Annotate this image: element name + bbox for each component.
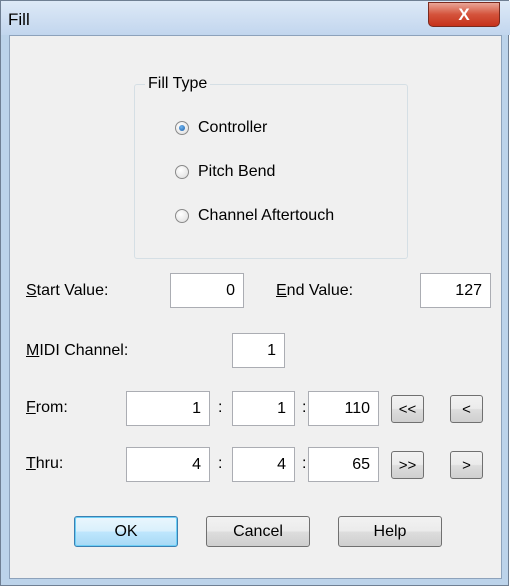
- end-value-accesskey: E: [276, 282, 287, 299]
- start-value-accesskey: S: [26, 282, 37, 299]
- title-bar: Fill X: [1, 1, 510, 35]
- from-beat-input[interactable]: [232, 391, 295, 426]
- thru-forward-button[interactable]: >: [450, 451, 483, 479]
- close-button[interactable]: X: [428, 2, 500, 27]
- window-title: Fill: [8, 10, 30, 29]
- thru-separator-1: :: [218, 455, 223, 472]
- midi-channel-accesskey: M: [26, 342, 40, 359]
- end-value-label: End Value:: [276, 282, 353, 300]
- radio-pitch-bend-button[interactable]: [175, 165, 189, 179]
- cancel-button[interactable]: Cancel: [206, 516, 310, 547]
- thru-label-text: hru:: [35, 455, 64, 472]
- thru-label: Thru:: [26, 455, 63, 473]
- dialog-body: Fill Type Controller Pitch Bend Channel …: [9, 35, 502, 579]
- from-label: From:: [26, 399, 68, 417]
- radio-channel-aftertouch[interactable]: Channel Aftertouch: [175, 207, 334, 225]
- start-value-label: Start Value:: [26, 282, 108, 300]
- thru-bar-input[interactable]: [126, 447, 210, 482]
- end-value-input[interactable]: [420, 273, 491, 308]
- radio-controller[interactable]: Controller: [175, 119, 267, 137]
- help-button[interactable]: Help: [338, 516, 442, 547]
- fill-dialog: Fill X Fill Type Controller Pitch Bend C…: [0, 0, 510, 586]
- fill-type-group: Fill Type Controller Pitch Bend Channel …: [134, 75, 408, 259]
- fill-type-label: Fill Type: [145, 75, 211, 93]
- from-separator-1: :: [218, 399, 223, 416]
- from-separator-2: :: [302, 399, 307, 416]
- ok-button[interactable]: OK: [74, 516, 178, 547]
- radio-channel-aftertouch-button[interactable]: [175, 209, 189, 223]
- start-value-input[interactable]: [170, 273, 244, 308]
- from-tick-input[interactable]: [308, 391, 379, 426]
- midi-channel-label: MIDI Channel:: [26, 342, 128, 360]
- thru-tick-input[interactable]: [308, 447, 379, 482]
- from-rewind-button[interactable]: <<: [391, 395, 424, 423]
- midi-channel-input[interactable]: [232, 333, 285, 368]
- end-value-label-text: nd Value:: [286, 282, 354, 299]
- start-value-label-text: tart Value:: [36, 282, 109, 299]
- thru-fast-forward-button[interactable]: >>: [391, 451, 424, 479]
- radio-channel-aftertouch-label: Channel Aftertouch: [198, 207, 335, 224]
- midi-channel-label-text: IDI Channel:: [39, 342, 129, 359]
- close-icon: X: [458, 5, 470, 24]
- thru-beat-input[interactable]: [232, 447, 295, 482]
- from-bar-input[interactable]: [126, 391, 210, 426]
- radio-controller-button[interactable]: [175, 121, 189, 135]
- from-label-text: rom:: [35, 399, 68, 416]
- radio-controller-label: Controller: [198, 119, 268, 136]
- thru-accesskey: T: [26, 455, 36, 472]
- radio-pitch-bend[interactable]: Pitch Bend: [175, 163, 275, 181]
- from-accesskey: F: [26, 399, 36, 416]
- from-back-button[interactable]: <: [450, 395, 483, 423]
- radio-pitch-bend-label: Pitch Bend: [198, 163, 276, 180]
- thru-separator-2: :: [302, 455, 307, 472]
